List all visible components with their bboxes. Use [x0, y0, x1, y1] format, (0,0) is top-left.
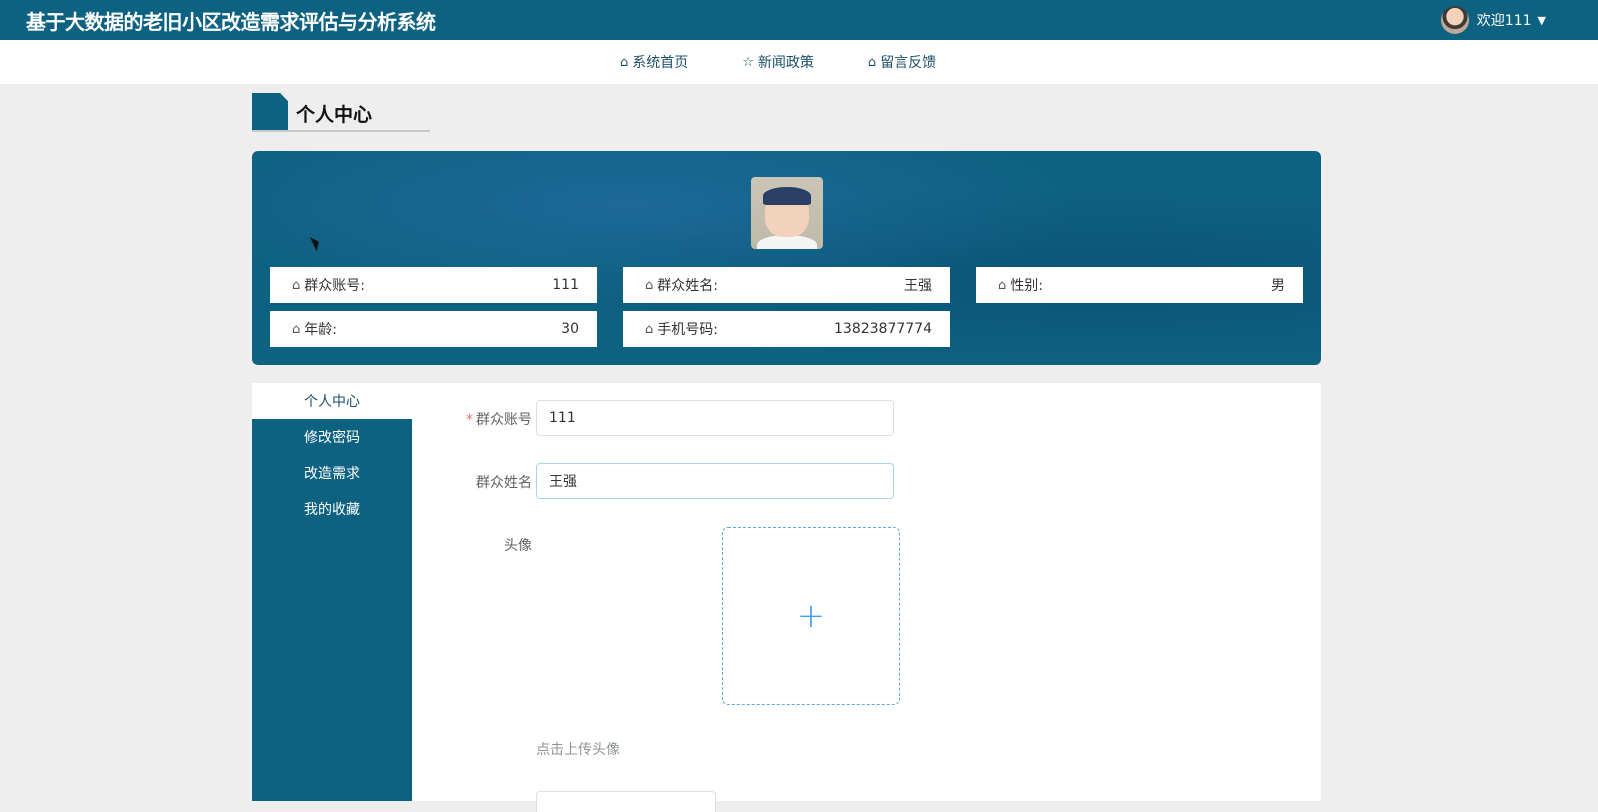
info-value: 13823877774 [834, 321, 932, 337]
home-icon: ⌂ [292, 321, 301, 337]
info-card-gender: ⌂ 性别: 男 [976, 267, 1303, 303]
next-field-input[interactable] [536, 791, 716, 812]
info-value: 30 [561, 321, 579, 337]
top-header: 基于大数据的老旧小区改造需求评估与分析系统 欢迎111 ▼ [0, 0, 1598, 40]
section-divider [252, 130, 430, 132]
plus-icon: + [796, 596, 826, 636]
name-label: 群众姓名 [476, 475, 532, 491]
nav-item-label: 新闻政策 [757, 55, 814, 71]
section-heading: 个人中心 [252, 93, 430, 133]
info-card-name: ⌂ 群众姓名: 王强 [623, 267, 950, 303]
profile-form: *群众账号 群众姓名 头像 + 点击上传头像 [412, 383, 1321, 812]
info-card-age: ⌂ 年龄: 30 [270, 311, 597, 347]
home-icon: ⌂ [998, 277, 1007, 293]
account-input[interactable] [536, 400, 894, 436]
home-icon: ⌂ [620, 54, 629, 70]
home-icon: ⌂ [645, 321, 654, 337]
nav-item-home[interactable]: ⌂ 系统首页 [620, 40, 688, 84]
home-icon: ⌂ [645, 277, 654, 293]
nav-item-feedback[interactable]: ⌂ 留言反馈 [868, 40, 936, 84]
home-icon: ⌂ [292, 277, 301, 293]
info-value: 111 [552, 277, 579, 293]
side-item-profile[interactable]: 个人中心 [252, 383, 412, 419]
profile-banner: ⌂ 群众账号: 111 ⌂ 群众姓名: 王强 ⌂ 性别: 男 ⌂ 年龄: 30 ⌂ 手机号… [252, 151, 1321, 365]
bag-icon: ⌂ [867, 54, 877, 70]
info-value: 王强 [904, 278, 932, 294]
upload-hint: 点击上传头像 [536, 742, 620, 758]
nav-item-news[interactable]: ☆ 新闻政策 [742, 40, 814, 84]
side-menu: 个人中心 修改密码 改造需求 我的收藏 [252, 383, 412, 801]
star-icon: ☆ [742, 54, 754, 70]
app-title: 基于大数据的老旧小区改造需求评估与分析系统 [26, 10, 436, 34]
page-title: 个人中心 [296, 104, 373, 126]
side-item-favorites[interactable]: 我的收藏 [252, 491, 412, 527]
avatar-upload[interactable]: + [722, 527, 900, 705]
main-nav: ⌂ 系统首页 ☆ 新闻政策 ⌂ 留言反馈 [0, 40, 1598, 84]
section-marker [252, 93, 288, 130]
info-card-account: ⌂ 群众账号: 111 [270, 267, 597, 303]
nav-item-label: 留言反馈 [880, 55, 937, 71]
user-menu[interactable]: 欢迎111 ▼ [1440, 4, 1546, 36]
account-label: * 群众账号 [466, 412, 532, 428]
required-mark: * [466, 412, 473, 428]
avatar-label: 头像 [504, 538, 532, 554]
welcome-text[interactable]: 欢迎111 [1477, 10, 1532, 30]
info-card-phone: ⌂ 手机号码: 13823877774 [623, 311, 950, 347]
profile-avatar [751, 177, 823, 249]
info-value: 男 [1271, 278, 1285, 294]
user-avatar[interactable] [1440, 6, 1469, 34]
side-item-renovation-needs[interactable]: 改造需求 [252, 455, 412, 491]
chevron-down-icon[interactable]: ▼ [1538, 14, 1546, 27]
nav-item-label: 系统首页 [632, 55, 689, 71]
side-item-change-password[interactable]: 修改密码 [252, 419, 412, 455]
name-input[interactable] [536, 463, 894, 499]
